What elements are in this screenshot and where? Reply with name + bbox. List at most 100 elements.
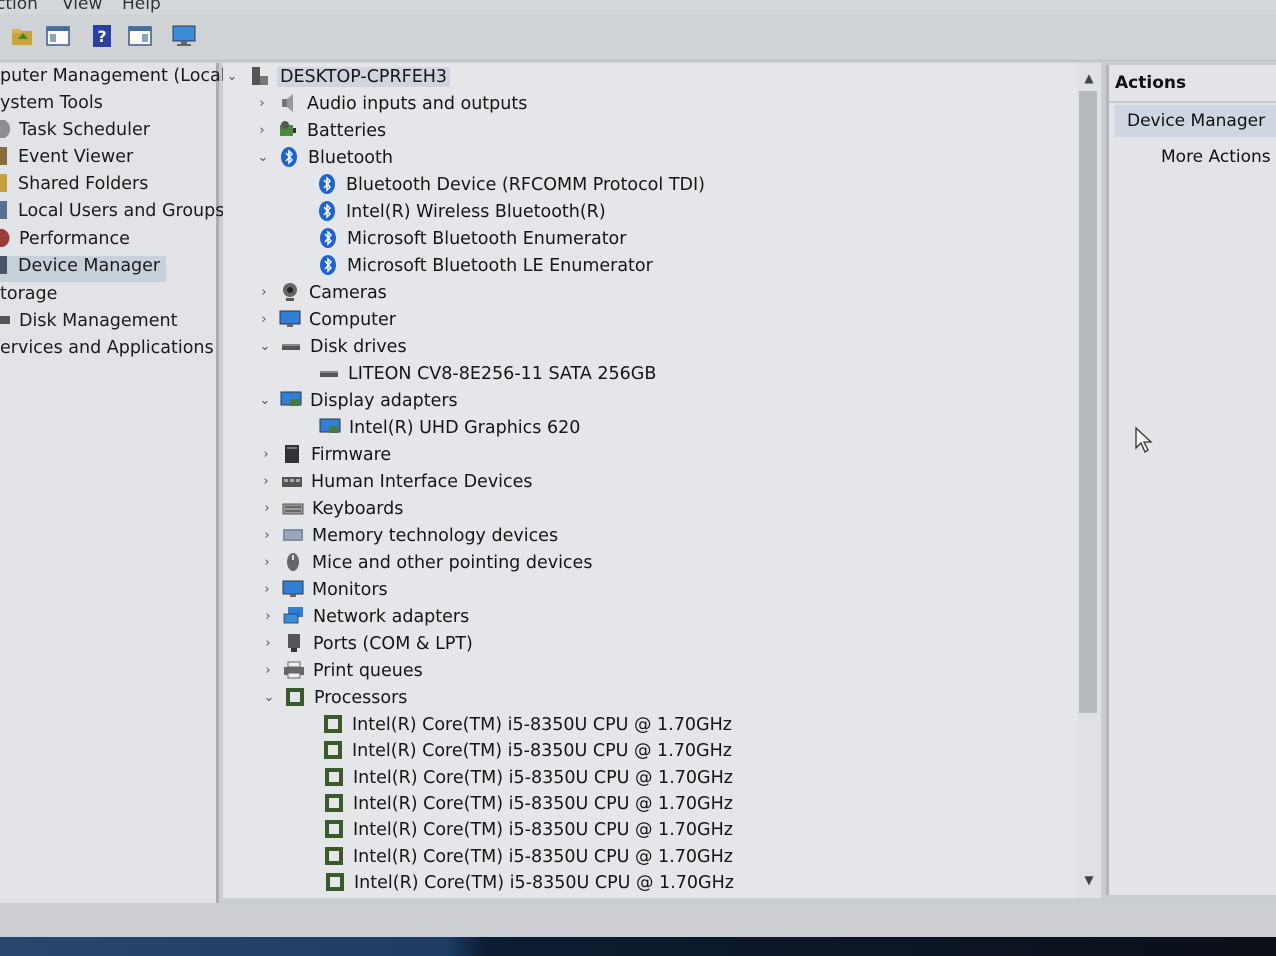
chevron-down-icon[interactable]: ⌄ xyxy=(260,690,278,705)
show-hide-action-pane-icon[interactable] xyxy=(126,22,154,50)
device-label: Processors xyxy=(314,688,408,708)
chevron-right-icon[interactable]: › xyxy=(253,123,271,138)
device-category[interactable]: › Keyboards xyxy=(258,498,403,524)
device-item[interactable]: Intel(R) Core(TM) i5-8350U CPU @ 1.70GHz xyxy=(317,793,733,819)
device-item[interactable]: LITEON CV8-8E256-11 SATA 256GB xyxy=(312,363,656,389)
device-label: LITEON CV8-8E256-11 SATA 256GB xyxy=(348,364,657,384)
device-category[interactable]: ⌄ Processors xyxy=(260,687,407,713)
tree-root[interactable]: ⌄ DESKTOP-CPRFEH3 xyxy=(223,66,451,92)
device-category[interactable]: ⌄ Display adapters xyxy=(256,390,458,416)
device-item[interactable]: Intel(R) UHD Graphics 620 xyxy=(313,417,580,443)
device-category[interactable]: › Memory technology devices xyxy=(258,525,558,551)
hid-icon xyxy=(281,471,303,491)
chevron-right-icon[interactable]: › xyxy=(257,447,275,462)
scroll-up-icon[interactable]: ▲ xyxy=(1079,71,1099,91)
folder-icon xyxy=(0,174,7,192)
device-category[interactable]: › Computer xyxy=(255,309,396,335)
clock-icon xyxy=(0,120,14,138)
chevron-right-icon[interactable]: › xyxy=(258,501,276,516)
device-category[interactable]: › Human Interface Devices xyxy=(257,471,533,497)
chevron-down-icon[interactable]: ⌄ xyxy=(256,339,274,354)
device-label: Display adapters xyxy=(310,391,458,411)
keyboard-icon xyxy=(282,498,304,518)
scroll-thumb[interactable] xyxy=(1079,91,1097,713)
chevron-right-icon[interactable]: › xyxy=(253,96,271,111)
device-category[interactable]: › Network adapters xyxy=(259,606,469,632)
menu-view[interactable]: View xyxy=(62,0,102,14)
up-folder-icon[interactable] xyxy=(8,22,36,50)
printer-icon xyxy=(283,660,305,680)
device-label: Network adapters xyxy=(313,607,470,627)
device-label: Intel(R) Core(TM) i5-8350U CPU @ 1.70GHz xyxy=(352,715,732,735)
device-item[interactable]: Microsoft Bluetooth Enumerator xyxy=(311,228,626,254)
chevron-right-icon[interactable]: › xyxy=(257,474,275,489)
chevron-down-icon[interactable]: ⌄ xyxy=(254,150,272,165)
device-item[interactable]: Intel(R) Wireless Bluetooth(R) xyxy=(310,201,606,227)
device-category[interactable]: ⌄ Disk drives xyxy=(256,336,407,362)
actions-section-device-manager[interactable]: Device Manager xyxy=(1115,105,1276,137)
device-label: Human Interface Devices xyxy=(311,472,533,492)
show-hide-console-tree-icon[interactable] xyxy=(44,22,72,50)
monitor-icon xyxy=(279,309,301,329)
nav-performance[interactable]: Performance xyxy=(0,229,130,255)
nav-computer-management[interactable]: puter Management (Local) xyxy=(0,66,232,92)
chevron-down-icon[interactable]: ⌄ xyxy=(223,69,241,84)
device-item[interactable]: Intel(R) Core(TM) i5-8350U CPU @ 1.70GHz xyxy=(316,740,732,766)
device-label: Intel(R) Core(TM) i5-8350U CPU @ 1.70GHz xyxy=(353,793,733,814)
device-category[interactable]: › Cameras xyxy=(255,282,387,308)
camera-icon xyxy=(279,282,301,302)
nav-disk-management[interactable]: Disk Management xyxy=(0,311,177,337)
chevron-right-icon[interactable]: › xyxy=(255,285,273,300)
device-item[interactable]: Intel(R) Core(TM) i5-8350U CPU @ 1.70GHz xyxy=(316,714,732,740)
device-item[interactable]: Bluetooth Device (RFCOMM Protocol TDI) xyxy=(310,174,705,200)
nav-event-viewer[interactable]: Event Viewer xyxy=(0,147,133,173)
device-category[interactable]: › Mice and other pointing devices xyxy=(258,552,592,578)
nav-services-applications[interactable]: ervices and Applications xyxy=(0,338,214,364)
more-actions-link[interactable]: More Actions xyxy=(1161,147,1271,167)
device-label: Intel(R) Wireless Bluetooth(R) xyxy=(346,202,606,222)
performance-icon xyxy=(0,229,14,247)
nav-local-users-groups[interactable]: Local Users and Groups xyxy=(0,201,224,227)
device-category[interactable]: › Firmware xyxy=(257,444,391,470)
nav-system-tools[interactable]: ystem Tools xyxy=(0,93,103,119)
device-category[interactable]: › Batteries xyxy=(253,120,386,146)
device-category[interactable]: ⌄ Bluetooth xyxy=(254,147,393,173)
device-label: Ports (COM & LPT) xyxy=(313,634,473,654)
users-icon xyxy=(0,201,7,219)
help-icon[interactable]: ? xyxy=(88,22,116,50)
device-item[interactable]: Intel(R) Core(TM) i5-8350U CPU @ 1.70GHz xyxy=(317,767,733,793)
nav-shared-folders[interactable]: Shared Folders xyxy=(0,174,148,200)
scroll-down-icon[interactable]: ▼ xyxy=(1079,873,1099,893)
cpu-icon xyxy=(322,714,344,734)
menu-help[interactable]: Help xyxy=(122,0,161,14)
nav-storage[interactable]: torage xyxy=(0,284,57,310)
device-item[interactable]: Intel(R) Core(TM) i5-8350U CPU @ 1.70GHz xyxy=(318,872,734,898)
device-category[interactable]: › Ports (COM & LPT) xyxy=(259,633,473,659)
device-item[interactable]: Intel(R) Core(TM) i5-8350U CPU @ 1.70GHz xyxy=(317,819,733,845)
bluetooth-icon xyxy=(317,255,339,275)
device-item[interactable]: Intel(R) Core(TM) i5-8350U CPU @ 1.70GHz xyxy=(317,846,733,872)
cpu-icon xyxy=(323,767,345,787)
mouse-icon xyxy=(282,552,304,572)
nav-device-manager[interactable]: Device Manager xyxy=(0,256,167,282)
device-category[interactable]: › Monitors xyxy=(258,579,387,605)
status-bar xyxy=(0,903,1276,937)
device-category[interactable]: › Print queues xyxy=(259,660,423,686)
device-label: Print queues xyxy=(313,661,423,681)
chevron-down-icon[interactable]: ⌄ xyxy=(256,393,274,408)
device-item[interactable]: Microsoft Bluetooth LE Enumerator xyxy=(311,255,653,281)
monitor-icon[interactable] xyxy=(170,22,198,50)
chevron-right-icon[interactable]: › xyxy=(259,609,277,624)
chevron-right-icon[interactable]: › xyxy=(255,312,273,327)
nav-task-scheduler[interactable]: Task Scheduler xyxy=(0,120,150,146)
chevron-right-icon[interactable]: › xyxy=(258,582,276,597)
menu-action[interactable]: ction xyxy=(0,0,38,14)
chevron-right-icon[interactable]: › xyxy=(259,663,277,678)
chevron-right-icon[interactable]: › xyxy=(259,636,277,651)
chevron-right-icon[interactable]: › xyxy=(258,555,276,570)
svg-text:?: ? xyxy=(97,27,106,46)
monitor-icon xyxy=(282,579,304,599)
chevron-right-icon[interactable]: › xyxy=(258,528,276,543)
device-category[interactable]: › Audio inputs and outputs xyxy=(253,93,527,119)
vertical-scrollbar[interactable]: ▲ ▼ xyxy=(1077,63,1101,898)
